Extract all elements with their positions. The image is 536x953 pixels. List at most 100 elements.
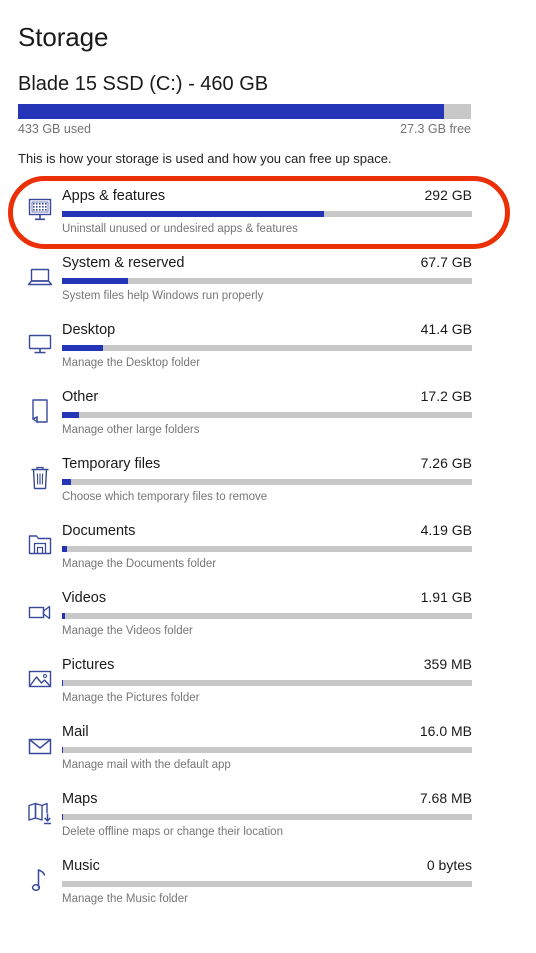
storage-category-header: Videos 1.91 GB (62, 589, 472, 606)
storage-category-header: Mail 16.0 MB (62, 723, 472, 740)
storage-category-bar (62, 277, 472, 284)
drive-title: Blade 15 SSD (C:) - 460 GB (18, 73, 269, 96)
storage-category-bar-fill (62, 277, 128, 284)
storage-category-row[interactable]: Temporary files 7.26 GB Choose which tempo… (18, 454, 518, 521)
page-title: Storage (18, 22, 109, 52)
storage-category-body: Pictures 359 MB Manage the Pictures folder (62, 655, 518, 706)
page-fold-icon (18, 387, 62, 431)
storage-category-body: Apps & features 292 GB Uninstall unused or… (62, 186, 518, 237)
storage-category-description: Choose which temporary files to remove (62, 490, 268, 503)
storage-category-description: Manage the Documents folder (62, 557, 217, 570)
drive-free-label: 27.3 GB free (400, 122, 471, 137)
storage-category-header: Music 0 bytes (62, 857, 472, 874)
envelope-icon (18, 722, 62, 766)
storage-category-size: 7.26 GB (420, 454, 472, 471)
storage-category-row[interactable]: Documents 4.19 GB Manage the Documents fol… (18, 521, 518, 588)
storage-category-bar (62, 478, 472, 485)
storage-category-name: Mail (62, 723, 89, 740)
storage-category-row[interactable]: Pictures 359 MB Manage the Pictures folder (18, 655, 518, 722)
storage-category-header: Pictures 359 MB (62, 656, 472, 673)
storage-category-bar (62, 746, 472, 753)
storage-category-name: Documents (62, 522, 136, 539)
laptop-icon (18, 253, 62, 297)
video-camera-icon (18, 588, 62, 632)
storage-category-description: System files help Windows run properly (62, 289, 264, 302)
storage-category-description: Manage the Music folder (62, 892, 188, 905)
storage-category-description: Manage the Pictures folder (62, 691, 200, 704)
storage-category-size: 4.19 GB (420, 521, 472, 538)
storage-category-name: Other (62, 388, 99, 405)
storage-category-header: System & reserved 67.7 GB (62, 254, 472, 271)
storage-category-name: Maps (62, 790, 98, 807)
drive-capacity-legend: 433 GB used 27.3 GB free (18, 122, 471, 136)
storage-category-bar (62, 545, 472, 552)
storage-category-size: 359 MB (423, 655, 472, 672)
storage-category-row[interactable]: Other 17.2 GB Manage other large folders (18, 387, 518, 454)
storage-category-row[interactable]: Music 0 bytes Manage the Music folder (18, 856, 518, 923)
storage-category-body: Documents 4.19 GB Manage the Documents fol… (62, 521, 518, 572)
storage-category-body: Maps 7.68 MB Delete offline maps or change… (62, 789, 518, 840)
storage-category-name: System & reserved (62, 254, 185, 271)
storage-category-description: Delete offline maps or change their loca… (62, 825, 283, 838)
picture-icon (18, 655, 62, 699)
storage-category-size: 41.4 GB (420, 320, 472, 337)
documents-folder-icon (18, 521, 62, 565)
storage-category-description: Manage mail with the default app (62, 758, 231, 771)
storage-category-bar (62, 612, 472, 619)
drive-used-label: 433 GB used (18, 122, 91, 137)
storage-category-bar-fill (62, 612, 66, 619)
storage-category-body: Temporary files 7.26 GB Choose which tempo… (62, 454, 518, 505)
storage-category-body: Videos 1.91 GB Manage the Videos folder (62, 588, 518, 639)
storage-category-name: Music (62, 857, 100, 874)
apps-monitor-icon (18, 186, 62, 230)
storage-category-body: System & reserved 67.7 GB System files hel… (62, 253, 518, 304)
storage-category-body: Music 0 bytes Manage the Music folder (62, 856, 518, 907)
storage-category-bar-fill (62, 344, 103, 351)
storage-category-bar-fill (62, 411, 80, 418)
storage-category-size: 292 GB (424, 186, 472, 203)
storage-category-description: Manage the Desktop folder (62, 356, 201, 369)
storage-category-name: Desktop (62, 321, 116, 338)
storage-category-description: Manage other large folders (62, 423, 200, 436)
storage-category-bar (62, 813, 472, 820)
storage-category-header: Documents 4.19 GB (62, 522, 472, 539)
storage-category-header: Other 17.2 GB (62, 388, 472, 405)
storage-category-body: Other 17.2 GB Manage other large folders (62, 387, 518, 438)
storage-category-bar (62, 679, 472, 686)
storage-category-row[interactable]: Videos 1.91 GB Manage the Videos folder (18, 588, 518, 655)
storage-settings-page: Storage Blade 15 SSD (C:) - 460 GB 433 G… (0, 0, 536, 953)
storage-category-body: Desktop 41.4 GB Manage the Desktop folder (62, 320, 518, 371)
storage-category-description: Uninstall unused or undesired apps & fea… (62, 222, 298, 235)
storage-category-size: 17.2 GB (420, 387, 472, 404)
storage-category-list: Apps & features 292 GB Uninstall unused or… (18, 186, 518, 923)
storage-category-row[interactable]: Desktop 41.4 GB Manage the Desktop folder (18, 320, 518, 387)
monitor-icon (18, 320, 62, 364)
storage-category-name: Temporary files (62, 455, 161, 472)
storage-category-size: 67.7 GB (420, 253, 472, 270)
storage-category-size: 7.68 MB (419, 789, 472, 806)
storage-category-header: Temporary files 7.26 GB (62, 455, 472, 472)
music-note-icon (18, 856, 62, 900)
storage-category-header: Maps 7.68 MB (62, 790, 472, 807)
storage-category-bar-fill (62, 478, 72, 485)
storage-category-bar-fill (62, 679, 64, 686)
drive-capacity-bar-fill (18, 104, 444, 120)
storage-category-row[interactable]: Apps & features 292 GB Uninstall unused or… (18, 186, 518, 253)
storage-category-size: 0 bytes (426, 856, 472, 873)
storage-category-bar-fill (62, 746, 63, 753)
storage-category-bar-fill (62, 210, 325, 217)
trash-icon (18, 454, 62, 498)
storage-category-bar (62, 344, 472, 351)
intro-text: This is how your storage is used and how… (18, 151, 392, 167)
storage-category-bar (62, 880, 472, 887)
drive-capacity-bar (18, 104, 471, 120)
storage-category-row[interactable]: Maps 7.68 MB Delete offline maps or change… (18, 789, 518, 856)
storage-category-bar (62, 210, 472, 217)
storage-category-description: Manage the Videos folder (62, 624, 193, 637)
storage-category-body: Mail 16.0 MB Manage mail with the default … (62, 722, 518, 773)
storage-category-row[interactable]: Mail 16.0 MB Manage mail with the default … (18, 722, 518, 789)
storage-category-name: Videos (62, 589, 107, 606)
storage-category-size: 1.91 GB (420, 588, 472, 605)
storage-category-name: Apps & features (62, 187, 166, 204)
storage-category-row[interactable]: System & reserved 67.7 GB System files hel… (18, 253, 518, 320)
